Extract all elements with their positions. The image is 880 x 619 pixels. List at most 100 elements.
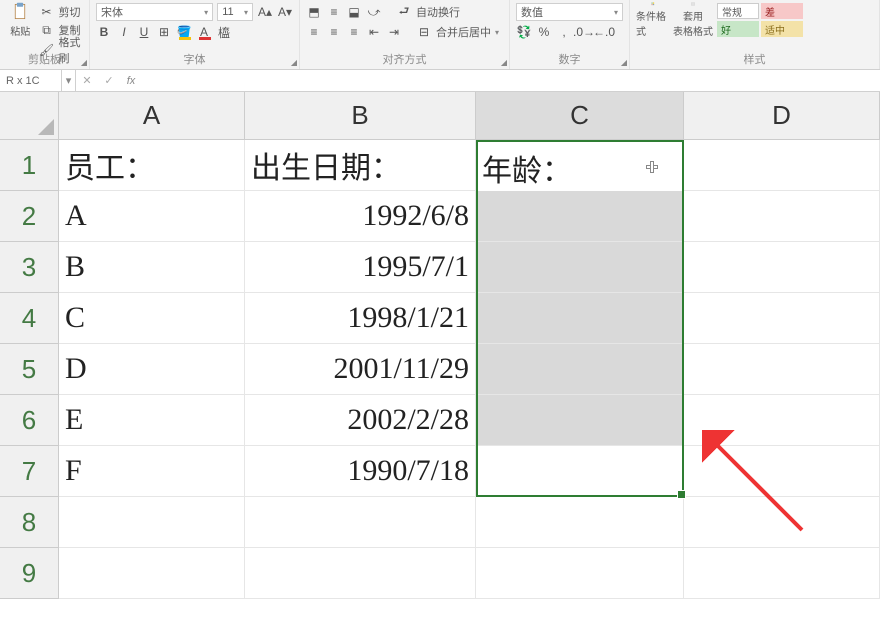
cell-A3[interactable]: B bbox=[59, 242, 245, 293]
row-header-3[interactable]: 3 bbox=[0, 242, 59, 293]
font-name-value: 宋体 bbox=[101, 4, 123, 20]
chevron-down-icon: ▾ bbox=[204, 8, 208, 17]
cell-C9[interactable] bbox=[476, 548, 684, 599]
font-name-select[interactable]: 宋体 ▾ bbox=[96, 3, 213, 21]
cell-B8[interactable] bbox=[245, 497, 476, 548]
column-header-D[interactable]: D bbox=[684, 92, 880, 140]
underline-button[interactable]: U bbox=[136, 24, 152, 40]
cell-C6[interactable] bbox=[476, 395, 684, 446]
cell-C8[interactable] bbox=[476, 497, 684, 548]
cell-A4[interactable]: C bbox=[59, 293, 245, 344]
italic-button[interactable]: I bbox=[116, 24, 132, 40]
cell-D1[interactable] bbox=[684, 140, 880, 191]
conditional-format-button[interactable]: 条件格式 bbox=[636, 2, 670, 38]
table-icon bbox=[682, 2, 704, 6]
cell-B5[interactable]: 2001/11/29 bbox=[245, 344, 476, 395]
row-header-4[interactable]: 4 bbox=[0, 293, 59, 344]
align-bottom-button[interactable]: ⬓ bbox=[346, 4, 362, 20]
rotate-text-button[interactable]: ⤻ bbox=[366, 4, 382, 20]
style-normal[interactable]: 常规 bbox=[717, 3, 759, 19]
row-header-7[interactable]: 7 bbox=[0, 446, 59, 497]
row-header-2[interactable]: 2 bbox=[0, 191, 59, 242]
cell-D3[interactable] bbox=[684, 242, 880, 293]
cell-B2[interactable]: 1992/6/8 bbox=[245, 191, 476, 242]
column-header-C[interactable]: C bbox=[476, 92, 684, 140]
align-middle-button[interactable]: ≡ bbox=[326, 4, 342, 20]
phonetic-button[interactable]: 橀 bbox=[216, 24, 232, 40]
percent-button[interactable]: % bbox=[536, 24, 552, 40]
cell-A9[interactable] bbox=[59, 548, 245, 599]
accept-formula-button[interactable]: ✓ bbox=[98, 70, 120, 91]
cell-D2[interactable] bbox=[684, 191, 880, 242]
cell-A5[interactable]: D bbox=[59, 344, 245, 395]
row-header-1[interactable]: 1 bbox=[0, 140, 59, 191]
wrap-text-button[interactable]: ⮐ bbox=[396, 4, 412, 20]
cell-A2[interactable]: A bbox=[59, 191, 245, 242]
row-header-5[interactable]: 5 bbox=[0, 344, 59, 395]
cell-D8[interactable] bbox=[684, 497, 880, 548]
row-header-9[interactable]: 9 bbox=[0, 548, 59, 599]
style-bad[interactable]: 差 bbox=[761, 3, 803, 19]
cell-D7[interactable] bbox=[684, 446, 880, 497]
align-right-button[interactable]: ≡ bbox=[346, 24, 362, 40]
chevron-down-icon: ▾ bbox=[495, 28, 499, 37]
align-center-button[interactable]: ≡ bbox=[326, 24, 342, 40]
decrease-indent-button[interactable]: ⇤ bbox=[366, 24, 382, 40]
font-color-button[interactable]: A bbox=[196, 24, 212, 40]
cell-A8[interactable] bbox=[59, 497, 245, 548]
cell-C2[interactable] bbox=[476, 191, 684, 242]
bold-button[interactable]: B bbox=[96, 24, 112, 40]
select-all-corner[interactable] bbox=[0, 92, 59, 140]
font-size-value: 11 bbox=[222, 6, 233, 18]
cell-A1[interactable]: 员工： bbox=[59, 140, 245, 191]
cells-area: 员工： 出生日期： A 1992/6/8 B 1995/7/1 C bbox=[59, 140, 880, 599]
cell-C7[interactable] bbox=[476, 446, 684, 497]
borders-button[interactable]: ⊞ bbox=[156, 24, 172, 40]
style-neutral[interactable]: 适中 bbox=[761, 21, 803, 37]
copy-icon: ⧉ bbox=[39, 22, 55, 38]
cell-A7[interactable]: F bbox=[59, 446, 245, 497]
column-header-B[interactable]: B bbox=[245, 92, 476, 140]
cell-D9[interactable] bbox=[684, 548, 880, 599]
row-headers: 1 2 3 4 5 6 7 8 9 bbox=[0, 140, 59, 599]
cell-C3[interactable] bbox=[476, 242, 684, 293]
name-box-dropdown[interactable]: ▾ bbox=[62, 70, 76, 91]
cell-D4[interactable] bbox=[684, 293, 880, 344]
table-format-button[interactable]: 套用 表格格式 bbox=[676, 2, 710, 38]
cell-B6[interactable]: 2002/2/28 bbox=[245, 395, 476, 446]
decrease-font-button[interactable]: A▾ bbox=[277, 4, 293, 20]
increase-decimal-button[interactable]: .0→ bbox=[576, 24, 592, 40]
cancel-formula-button[interactable]: ✕ bbox=[76, 70, 98, 91]
row-header-8[interactable]: 8 bbox=[0, 497, 59, 548]
column-header-A[interactable]: A bbox=[59, 92, 245, 140]
cell-D5[interactable] bbox=[684, 344, 880, 395]
paste-button[interactable]: 粘贴 bbox=[6, 2, 35, 38]
increase-font-button[interactable]: A▴ bbox=[257, 4, 273, 20]
align-left-button[interactable]: ≡ bbox=[306, 24, 322, 40]
row-header-6[interactable]: 6 bbox=[0, 395, 59, 446]
font-size-select[interactable]: 11▾ bbox=[217, 3, 253, 21]
fill-color-button[interactable]: 🪣 bbox=[176, 24, 192, 40]
align-top-button[interactable]: ⬒ bbox=[306, 4, 322, 20]
cut-button[interactable]: ✂ 剪切 bbox=[39, 4, 83, 20]
decrease-decimal-button[interactable]: ←.0 bbox=[596, 24, 612, 40]
cell-B7[interactable]: 1990/7/18 bbox=[245, 446, 476, 497]
cell-B1[interactable]: 出生日期： bbox=[245, 140, 476, 191]
paste-icon bbox=[9, 2, 31, 21]
style-good[interactable]: 好 bbox=[717, 21, 759, 37]
comma-button[interactable]: , bbox=[556, 24, 572, 40]
increase-indent-button[interactable]: ⇥ bbox=[386, 24, 402, 40]
name-box[interactable]: R x 1C bbox=[0, 70, 62, 91]
currency-button[interactable]: 💱 bbox=[516, 24, 532, 40]
cell-D6[interactable] bbox=[684, 395, 880, 446]
merge-cells-button[interactable]: ⊟ bbox=[416, 24, 432, 40]
cell-B4[interactable]: 1998/1/21 bbox=[245, 293, 476, 344]
table-format-label: 套用 表格格式 bbox=[673, 8, 713, 38]
number-format-select[interactable]: 数值▾ bbox=[516, 3, 623, 21]
cell-C4[interactable] bbox=[476, 293, 684, 344]
fx-button[interactable]: fx bbox=[120, 70, 142, 91]
cell-B3[interactable]: 1995/7/1 bbox=[245, 242, 476, 293]
cell-A6[interactable]: E bbox=[59, 395, 245, 446]
cell-B9[interactable] bbox=[245, 548, 476, 599]
cell-C5[interactable] bbox=[476, 344, 684, 395]
